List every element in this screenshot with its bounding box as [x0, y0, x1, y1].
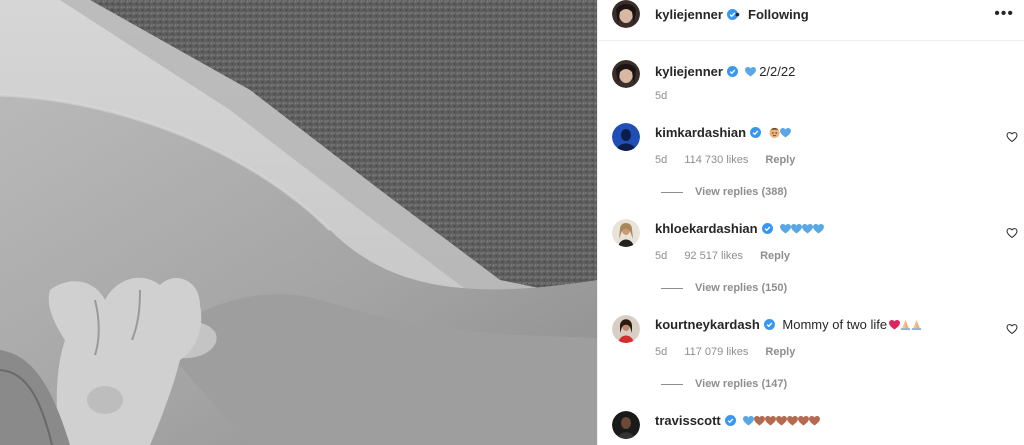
brown-heart-icon	[776, 416, 788, 426]
comment-avatar[interactable]	[612, 411, 640, 439]
blue-heart-icon	[802, 224, 814, 234]
like-comment-heart-icon[interactable]	[1006, 131, 1018, 143]
blue-heart-icon	[743, 416, 755, 426]
baby-hand-photo	[0, 0, 597, 445]
post-header: kyliejenner • Following •••	[598, 0, 1024, 41]
brown-heart-icon	[765, 416, 777, 426]
blue-heart-icon	[813, 224, 825, 234]
view-replies-label: View replies (147)	[695, 378, 788, 390]
replies-divider	[661, 383, 683, 385]
comment-avatar[interactable]	[612, 219, 640, 247]
brown-heart-icon	[787, 416, 799, 426]
comment-emojis	[769, 125, 791, 140]
comment-time[interactable]: 5d	[655, 250, 667, 262]
replies-divider	[661, 287, 683, 289]
view-replies-label: View replies (388)	[695, 186, 788, 198]
header-separator: •	[735, 6, 740, 22]
comment-text: khloekardashian	[655, 221, 825, 236]
more-options-icon[interactable]: •••	[994, 5, 1014, 23]
blue-heart-icon	[791, 224, 803, 234]
verified-badge-icon	[763, 319, 775, 330]
verified-badge-icon	[724, 415, 736, 426]
blue-heart-icon	[779, 128, 791, 138]
comment-time[interactable]: 5d	[655, 346, 667, 358]
comment-text: travisscott	[655, 413, 821, 428]
comment-username[interactable]: travisscott	[655, 413, 721, 428]
verified-badge-icon	[761, 223, 773, 234]
header-avatar[interactable]	[612, 0, 640, 28]
caption-avatar[interactable]	[612, 60, 640, 88]
praying-hands-icon	[912, 319, 922, 330]
comment-meta: 5d 117 079 likes Reply	[655, 346, 809, 358]
face-emoji-icon	[769, 127, 780, 138]
verified-badge-icon	[726, 66, 738, 77]
comment-meta: 5d 114 730 likes Reply	[655, 154, 809, 166]
comment-likes[interactable]: 114 730 likes	[684, 154, 748, 166]
comment-emojis	[743, 413, 821, 428]
blue-heart-icon	[744, 67, 756, 77]
like-comment-heart-icon[interactable]	[1006, 227, 1018, 239]
view-replies-button[interactable]: View replies (147)	[661, 378, 787, 390]
view-replies-button[interactable]: View replies (150)	[661, 282, 787, 294]
comment-likes[interactable]: 117 079 likes	[684, 346, 748, 358]
comment-meta: 5d 92 517 likes Reply	[655, 250, 804, 262]
reply-button[interactable]: Reply	[760, 250, 790, 262]
comment-body: Mommy of two life	[782, 317, 888, 332]
verified-badge-icon	[750, 127, 762, 138]
like-comment-heart-icon[interactable]	[1006, 323, 1018, 335]
caption-text: kyliejenner 2/2/22	[655, 64, 795, 79]
comment-username[interactable]: kourtneykardash	[655, 317, 760, 332]
view-replies-label: View replies (150)	[695, 282, 788, 294]
caption-username[interactable]: kyliejenner	[655, 64, 723, 79]
brown-heart-icon	[754, 416, 766, 426]
comment-avatar[interactable]	[612, 315, 640, 343]
comment-emojis	[780, 221, 825, 236]
reply-button[interactable]: Reply	[765, 154, 795, 166]
comment-time[interactable]: 5d	[655, 154, 667, 166]
caption-meta: 5d	[655, 90, 681, 102]
replies-divider	[661, 191, 683, 193]
comment-likes[interactable]: 92 517 likes	[684, 250, 743, 262]
reply-button[interactable]: Reply	[765, 346, 795, 358]
caption-time[interactable]: 5d	[655, 90, 667, 102]
red-heart-icon	[889, 320, 901, 330]
praying-hands-icon	[901, 319, 911, 330]
post-photo[interactable]	[0, 0, 597, 445]
brown-heart-icon	[798, 416, 810, 426]
caption-body: 2/2/22	[759, 64, 796, 79]
comment-avatar[interactable]	[612, 123, 640, 151]
header-username[interactable]: kyliejenner	[655, 7, 738, 22]
comment-text: kourtneykardash Mommy of two life	[655, 317, 922, 332]
view-replies-button[interactable]: View replies (388)	[661, 186, 787, 198]
comment-username[interactable]: kimkardashian	[655, 125, 746, 140]
brown-heart-icon	[809, 416, 821, 426]
comment-username[interactable]: khloekardashian	[655, 221, 758, 236]
comments-panel: kyliejenner • Following ••• kyliejenner …	[597, 0, 1024, 445]
blue-heart-icon	[780, 224, 792, 234]
instagram-post-view: kyliejenner • Following ••• kyliejenner …	[0, 0, 1024, 445]
following-button[interactable]: Following	[748, 7, 809, 22]
comment-text: kimkardashian	[655, 125, 791, 140]
